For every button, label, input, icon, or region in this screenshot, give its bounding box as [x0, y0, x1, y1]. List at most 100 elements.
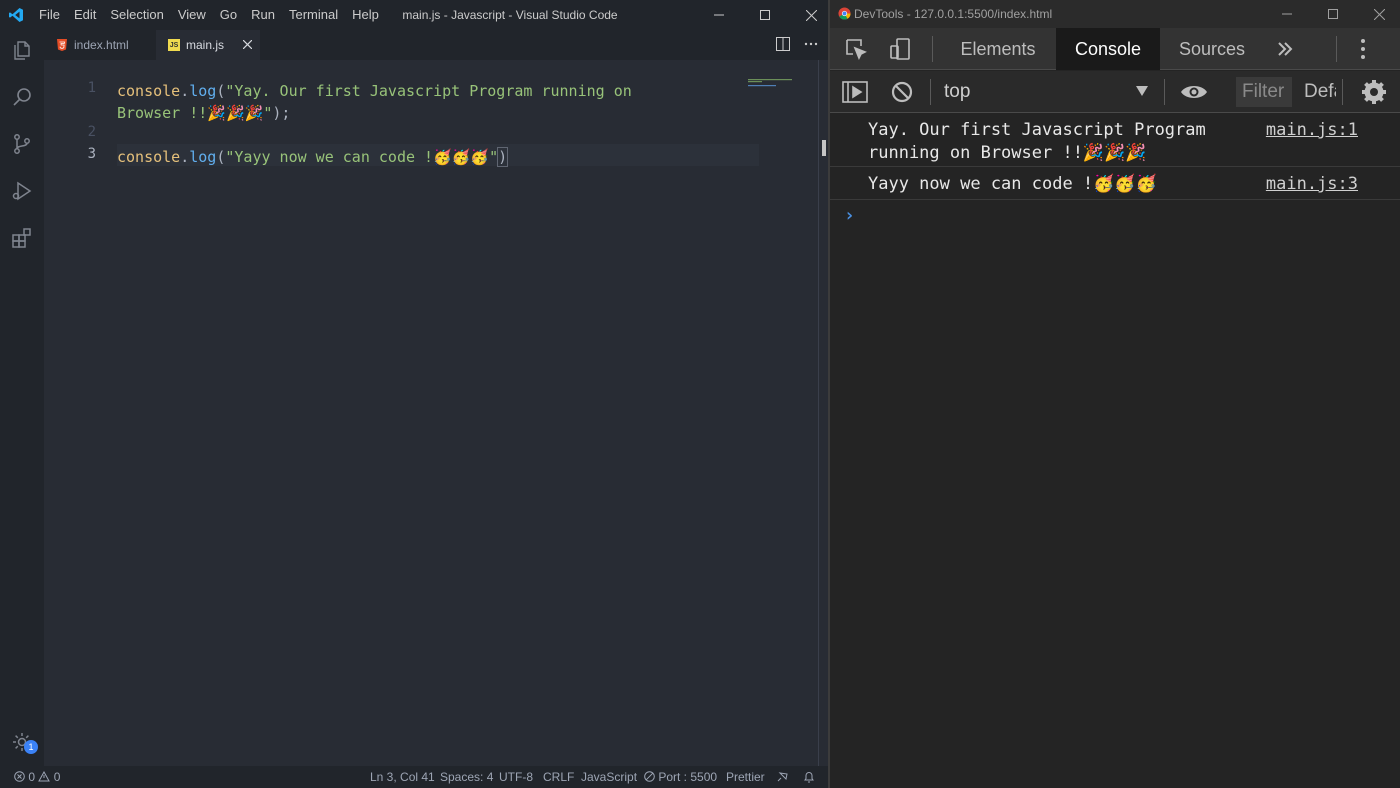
- tab-main-js[interactable]: JS main.js: [156, 30, 260, 60]
- code-line-1-wrap: Browser !!🎉🎉🎉");: [117, 102, 290, 124]
- error-count: 0: [28, 770, 36, 784]
- toolbar-divider: [1336, 36, 1337, 62]
- cursor-position[interactable]: Ln 3, Col 41: [370, 766, 435, 788]
- warning-count: 0: [53, 770, 61, 784]
- menu-edit[interactable]: Edit: [67, 0, 103, 30]
- minimize-button[interactable]: [696, 0, 742, 30]
- close-icon: [242, 39, 253, 50]
- tab-index-html[interactable]: index.html: [44, 30, 156, 60]
- editor-scrollbar[interactable]: [818, 60, 828, 766]
- devtools-panel-tabs: Elements Console Sources: [830, 28, 1400, 70]
- devtools-close-button[interactable]: [1356, 0, 1400, 28]
- prettier-status[interactable]: Prettier: [726, 766, 765, 788]
- menu-selection[interactable]: Selection: [103, 0, 170, 30]
- search-button[interactable]: [8, 83, 36, 111]
- menu-run[interactable]: Run: [244, 0, 282, 30]
- inspect-element-button[interactable]: [844, 37, 868, 66]
- feedback-button[interactable]: [776, 766, 789, 788]
- devtools-minimize-button[interactable]: [1264, 0, 1310, 28]
- devtools-window: DevTools - 127.0.0.1:5500/index.html Ele…: [828, 0, 1400, 788]
- problems-indicator[interactable]: 0 0: [14, 766, 60, 788]
- token-function: log: [189, 148, 217, 166]
- minimap[interactable]: [748, 78, 808, 88]
- maximize-icon: [760, 10, 770, 20]
- console-settings-button[interactable]: [1362, 80, 1386, 109]
- explorer-button[interactable]: [8, 36, 36, 64]
- extensions-button[interactable]: [8, 224, 36, 252]
- triangle-down-icon: [1136, 86, 1148, 96]
- line-ending[interactable]: CRLF: [543, 766, 574, 788]
- double-chevron-icon: [1278, 42, 1293, 56]
- source-control-icon: [14, 134, 30, 154]
- scrollbar-thumb[interactable]: [822, 140, 826, 156]
- minimize-icon: [714, 14, 724, 16]
- more-actions-button[interactable]: [804, 37, 818, 54]
- window-title: main.js - Javascript - Visual Studio Cod…: [402, 8, 618, 22]
- split-editor-icon: [776, 36, 790, 51]
- show-sidebar-button[interactable]: [842, 80, 868, 109]
- token-object: console: [117, 82, 181, 100]
- vscode-window: File Edit Selection View Go Run Terminal…: [0, 0, 828, 788]
- warning-icon: [38, 770, 51, 782]
- console-message: Yayy now we can code !🥳🥳🥳 main.js:3: [830, 167, 1400, 200]
- toolbar-divider: [930, 79, 931, 105]
- menu-terminal[interactable]: Terminal: [282, 0, 345, 30]
- run-debug-button[interactable]: [8, 177, 36, 205]
- sidebar-play-icon: [842, 81, 868, 103]
- activity-bar: 1: [0, 30, 44, 766]
- source-control-button[interactable]: [8, 130, 36, 158]
- clear-console-button[interactable]: [890, 80, 914, 109]
- console-source-link[interactable]: main.js:3: [1266, 173, 1358, 196]
- notifications-button[interactable]: [803, 766, 815, 788]
- execution-context-select[interactable]: top: [944, 71, 970, 113]
- port-label: Port : 5500: [658, 770, 718, 784]
- console-filter-input[interactable]: Filter: [1236, 77, 1292, 107]
- token-function: log: [189, 82, 217, 100]
- inspect-cursor-icon: [846, 39, 867, 60]
- code-line-1: console.log("Yay. Our first Javascript P…: [117, 80, 632, 102]
- console-source-link[interactable]: main.js:1: [1266, 119, 1358, 142]
- context-dropdown-arrow[interactable]: [1136, 83, 1148, 99]
- vertical-ellipsis-icon: [1361, 39, 1365, 59]
- chrome-logo-icon: [838, 7, 851, 20]
- vscode-logo-icon: [9, 8, 23, 22]
- encoding[interactable]: UTF-8: [499, 766, 533, 788]
- feedback-icon: [777, 772, 788, 782]
- menu-bar: File Edit Selection View Go Run Terminal…: [32, 0, 386, 30]
- gear-icon: [1362, 80, 1386, 104]
- code-editor[interactable]: 1 2 3 console.log("Yay. Our first Javasc…: [44, 60, 818, 766]
- menu-file[interactable]: File: [32, 0, 67, 30]
- live-server-port[interactable]: Port : 5500: [644, 766, 717, 788]
- tab-console[interactable]: Console: [1056, 28, 1160, 70]
- tab-sources[interactable]: Sources: [1160, 28, 1264, 70]
- devtools-maximize-button[interactable]: [1310, 0, 1356, 28]
- token-paren: ): [497, 147, 509, 167]
- devtools-menu-button[interactable]: [1360, 38, 1366, 65]
- close-tab-button[interactable]: [242, 37, 253, 52]
- language-mode[interactable]: JavaScript: [581, 766, 637, 788]
- live-expression-button[interactable]: [1180, 82, 1208, 107]
- token-dot: .: [180, 82, 190, 100]
- split-editor-button[interactable]: [776, 36, 790, 54]
- toolbar-divider: [1342, 79, 1343, 105]
- token-paren: );: [272, 104, 291, 122]
- maximize-icon: [1328, 9, 1338, 19]
- console-output[interactable]: Yay. Our first Javascript Program runnin…: [830, 113, 1400, 788]
- console-message-text: Yay. Our first Javascript Program runnin…: [868, 120, 1206, 163]
- devtools-titlebar: DevTools - 127.0.0.1:5500/index.html: [830, 0, 1400, 28]
- bell-icon: [804, 772, 814, 783]
- indentation[interactable]: Spaces: 4: [440, 766, 493, 788]
- menu-go[interactable]: Go: [213, 0, 244, 30]
- menu-view[interactable]: View: [171, 0, 213, 30]
- close-icon: [805, 9, 817, 21]
- console-message: Yay. Our first Javascript Program runnin…: [830, 113, 1400, 167]
- console-prompt[interactable]: ›: [844, 205, 855, 226]
- more-tabs-button[interactable]: [1276, 40, 1294, 63]
- token-string: "Yayy now we can code !🥳🥳🥳": [225, 148, 499, 166]
- maximize-button[interactable]: [742, 0, 788, 30]
- device-toolbar-button[interactable]: [888, 37, 912, 66]
- tab-elements[interactable]: Elements: [940, 28, 1056, 70]
- eye-icon: [1181, 86, 1207, 98]
- log-levels-select[interactable]: Default levels: [1304, 71, 1336, 113]
- tab-label: index.html: [74, 38, 129, 52]
